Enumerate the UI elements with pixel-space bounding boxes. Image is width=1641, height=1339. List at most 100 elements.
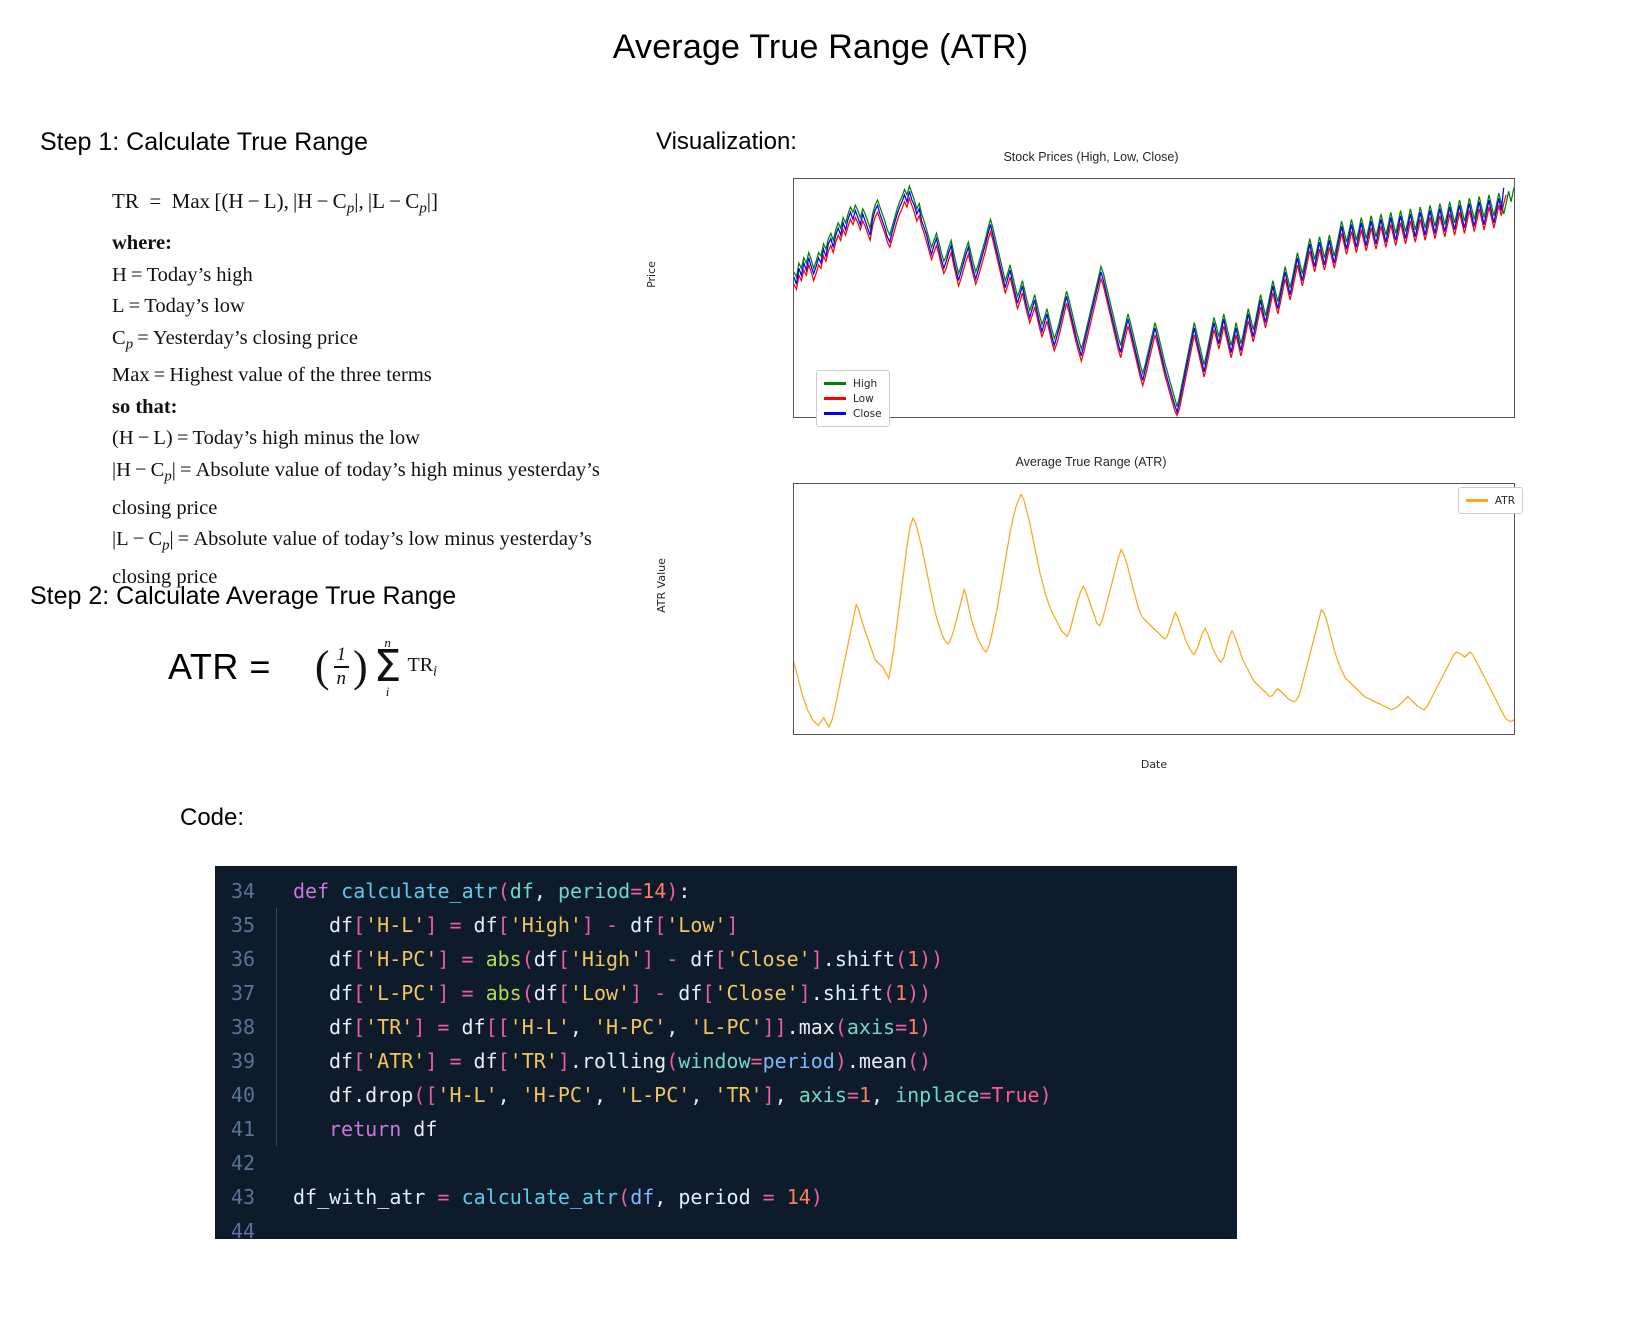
code-token: .shift bbox=[810, 981, 883, 1005]
code-token: df bbox=[329, 1083, 354, 1107]
series-low bbox=[794, 194, 1507, 417]
fraction-denominator: n bbox=[336, 668, 347, 690]
code-token: [[ bbox=[485, 1015, 510, 1039]
stock-prices-chart: Stock Prices (High, Low, Close) Price 34… bbox=[645, 150, 1526, 460]
code-token: , bbox=[774, 1083, 799, 1107]
code-token: 'TR' bbox=[509, 1049, 558, 1073]
code-token: 'H-L' bbox=[437, 1083, 498, 1107]
atr-formula-lhs: ATR = bbox=[168, 646, 271, 688]
series-close bbox=[794, 187, 1505, 415]
code-token: df bbox=[461, 1015, 486, 1039]
code-token: = bbox=[437, 913, 474, 937]
legend-item-close: Close bbox=[824, 406, 882, 421]
atr-chart-title: Average True Range (ATR) bbox=[1015, 455, 1167, 469]
summation-symbol: n Σ i bbox=[374, 636, 402, 698]
sigma-glyph: Σ bbox=[373, 641, 402, 692]
code-token: df bbox=[678, 981, 703, 1005]
code-token: - bbox=[642, 981, 679, 1005]
code-line-number: 42 bbox=[231, 1151, 256, 1175]
where-line-l: L = Today’s low bbox=[112, 295, 245, 318]
y-tick-mark bbox=[793, 410, 794, 411]
code-token: df bbox=[329, 981, 354, 1005]
true-range-equation: TR = Max [(H − L), |H − Cp|, |L − Cp|] bbox=[112, 189, 438, 217]
code-token: ] bbox=[642, 947, 655, 971]
atr-value-axis-label: ATR Value bbox=[654, 558, 668, 613]
code-line-number: 41 bbox=[231, 1117, 256, 1141]
y-tick-mark bbox=[793, 270, 794, 271]
code-token: ( bbox=[895, 947, 908, 971]
code-token: = bbox=[437, 1185, 462, 1209]
code-token: axis bbox=[798, 1083, 847, 1107]
code-token: 'H-PC' bbox=[365, 947, 438, 971]
code-token: [ bbox=[353, 947, 366, 971]
code-block[interactable]: 34 def calculate_atr(df, period=14): 35 df[… bbox=[215, 866, 1237, 1239]
code-token: , bbox=[593, 1083, 619, 1107]
tr-term: TRi bbox=[407, 653, 438, 680]
code-token: ] bbox=[762, 1083, 775, 1107]
code-token: 1 bbox=[907, 1015, 920, 1039]
so-that-line-hcp: |H − Cp| = Absolute value of today’s hig… bbox=[112, 458, 600, 519]
code-token: ] bbox=[726, 913, 739, 937]
page-title: Average True Range (ATR) bbox=[612, 28, 1029, 66]
code-line: 34 def calculate_atr(df, period=14): bbox=[215, 874, 1237, 908]
code-token: ] bbox=[798, 981, 811, 1005]
code-token: ( bbox=[521, 947, 534, 971]
code-token: 1 bbox=[858, 1083, 871, 1107]
code-token: calculate_atr bbox=[341, 879, 498, 903]
code-token: 'TR' bbox=[714, 1083, 763, 1107]
code-token: True bbox=[991, 1083, 1040, 1107]
code-token: [ bbox=[557, 947, 570, 971]
code-line-number: 39 bbox=[231, 1049, 256, 1073]
code-token: df bbox=[533, 981, 558, 1005]
code-token: = bbox=[846, 1083, 859, 1107]
code-token: df bbox=[329, 913, 354, 937]
code-line: 42 bbox=[215, 1146, 1237, 1180]
code-token: ( bbox=[834, 1015, 847, 1039]
code-token: = bbox=[630, 879, 643, 903]
x-tick-mark bbox=[1355, 734, 1356, 735]
where-line-h: H = Today’s high bbox=[112, 263, 253, 286]
code-token: df bbox=[473, 913, 498, 937]
legend-swatch-atr bbox=[1465, 499, 1488, 502]
code-token: , bbox=[666, 1015, 691, 1039]
code-token: , bbox=[569, 1015, 594, 1039]
code-token: , bbox=[654, 1185, 679, 1209]
code-token: .max bbox=[786, 1015, 835, 1039]
code-token: , bbox=[690, 1083, 715, 1107]
code-line-text: df['H-PC'] = abs(df['High'] - df['Close'… bbox=[276, 942, 943, 976]
so-that-label: so that: bbox=[112, 395, 178, 418]
x-tick-mark bbox=[793, 734, 794, 735]
x-tick-mark bbox=[1435, 417, 1436, 418]
code-token: = bbox=[425, 1015, 462, 1039]
code-token: df bbox=[533, 947, 558, 971]
legend-item-atr: ATR bbox=[1465, 493, 1515, 508]
code-line-number: 37 bbox=[231, 981, 256, 1005]
code-token: ) bbox=[810, 1185, 823, 1209]
stock-prices-legend: High Low Close bbox=[816, 370, 890, 427]
one-over-n-fraction: 1 n bbox=[333, 644, 350, 690]
code-line: 35 df['H-L'] = df['High'] - df['Low'] bbox=[215, 908, 1237, 942]
code-token: df bbox=[473, 1049, 498, 1073]
code-line-number: 38 bbox=[231, 1015, 256, 1039]
code-token: , bbox=[533, 879, 558, 903]
code-token: ( bbox=[666, 1049, 679, 1073]
code-token: abs bbox=[485, 947, 522, 971]
so-that-line-hl: (H − L) = Today’s high minus the low bbox=[112, 427, 420, 450]
code-token: period bbox=[557, 879, 631, 903]
code-token: = bbox=[449, 947, 486, 971]
code-line: 40 df.drop(['H-L', 'H-PC', 'L-PC', 'TR'],… bbox=[215, 1078, 1237, 1112]
code-line-number: 34 bbox=[231, 879, 256, 903]
x-tick-mark bbox=[1435, 734, 1436, 735]
code-line: 38 df['TR'] = df[['H-L', 'H-PC', 'L-PC']]… bbox=[215, 1010, 1237, 1044]
legend-swatch-low bbox=[824, 397, 846, 400]
code-token: abs bbox=[485, 981, 522, 1005]
code-token: period bbox=[678, 1185, 763, 1209]
code-token: ( bbox=[883, 981, 896, 1005]
code-token: = bbox=[895, 1015, 908, 1039]
legend-label-close: Close bbox=[853, 407, 882, 420]
y-tick-mark bbox=[793, 375, 794, 376]
code-token: def bbox=[293, 879, 342, 903]
code-line: 37 df['L-PC'] = abs(df['Low'] - df['Close… bbox=[215, 976, 1237, 1010]
code-token: 'Close' bbox=[714, 981, 799, 1005]
x-tick-mark bbox=[1195, 417, 1196, 418]
